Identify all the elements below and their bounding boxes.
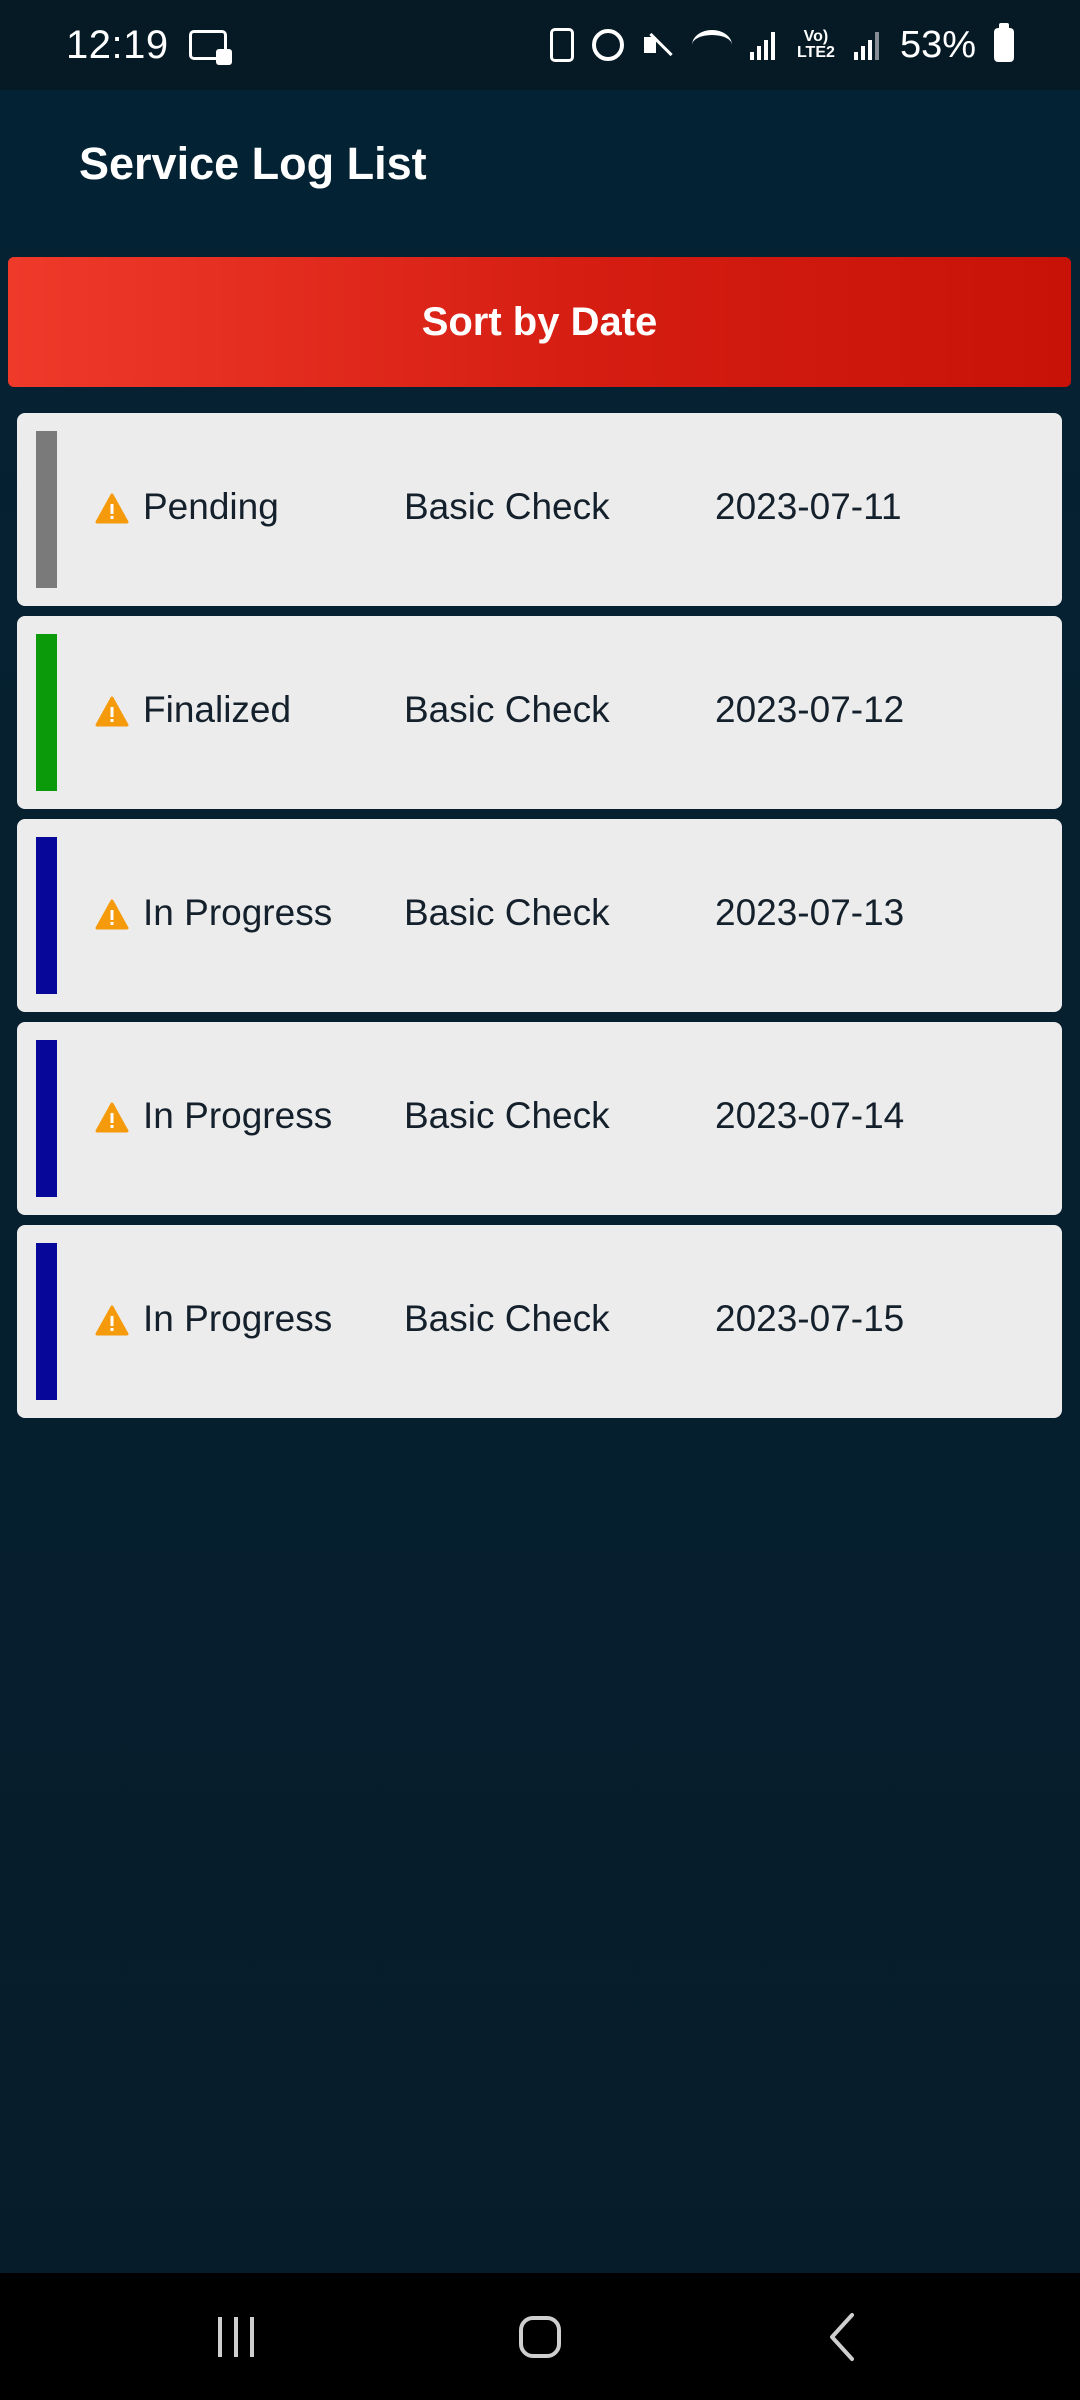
mute-icon <box>642 29 674 61</box>
battery-icon <box>994 23 1014 62</box>
network-label: Vo) LTE2 <box>796 28 835 61</box>
service-log-list: Pending Basic Check 2023-07-11 Finalized… <box>17 413 1062 1428</box>
wifi-icon <box>691 30 732 60</box>
app-header: Service Log List <box>0 90 1080 250</box>
warning-icon <box>95 1102 129 1133</box>
voicemail-notification-icon <box>188 30 232 65</box>
warning-icon <box>95 1305 129 1336</box>
log-item[interactable]: In Progress Basic Check 2023-07-13 <box>17 819 1062 1012</box>
status-strip <box>36 431 57 588</box>
status-time: 12:19 <box>66 22 169 67</box>
log-date: 2023-07-13 <box>715 892 905 933</box>
log-type: Basic Check <box>404 1298 610 1339</box>
log-type: Basic Check <box>404 689 610 730</box>
signal-icon <box>749 30 778 60</box>
warning-icon <box>95 696 129 727</box>
log-status: In Progress <box>143 1298 333 1339</box>
log-item[interactable]: Pending Basic Check 2023-07-11 <box>17 413 1062 606</box>
sort-by-date-button[interactable]: Sort by Date <box>8 257 1071 387</box>
status-bar: 12:19 Vo) LTE2 53% <box>0 0 1080 90</box>
status-strip <box>36 1243 57 1400</box>
status-strip <box>36 634 57 791</box>
log-status: Finalized <box>143 689 292 730</box>
log-status: Pending <box>143 486 279 527</box>
warning-icon <box>95 493 129 524</box>
warning-icon <box>95 899 129 930</box>
alarm-icon <box>591 29 624 61</box>
status-strip <box>36 837 57 994</box>
log-type: Basic Check <box>404 892 610 933</box>
back-icon[interactable] <box>808 2301 880 2373</box>
signal-2-icon <box>853 30 882 60</box>
log-date: 2023-07-12 <box>715 689 905 730</box>
battery-percent: 53% <box>899 23 976 66</box>
status-icons: Vo) LTE2 53% <box>549 23 1014 67</box>
log-status: In Progress <box>143 1095 333 1136</box>
log-type: Basic Check <box>404 1095 610 1136</box>
log-item[interactable]: In Progress Basic Check 2023-07-14 <box>17 1022 1062 1215</box>
log-date: 2023-07-11 <box>715 486 902 527</box>
log-date: 2023-07-15 <box>715 1298 905 1339</box>
system-nav-bar <box>0 2273 1080 2400</box>
log-type: Basic Check <box>404 486 610 527</box>
log-date: 2023-07-14 <box>715 1095 905 1136</box>
battery-saver-icon <box>549 28 574 62</box>
log-item[interactable]: In Progress Basic Check 2023-07-15 <box>17 1225 1062 1418</box>
recents-icon[interactable] <box>200 2301 272 2373</box>
log-item[interactable]: Finalized Basic Check 2023-07-12 <box>17 616 1062 809</box>
page-title: Service Log List <box>79 138 427 189</box>
status-strip <box>36 1040 57 1197</box>
log-status: In Progress <box>143 892 333 933</box>
home-icon[interactable] <box>504 2301 576 2373</box>
